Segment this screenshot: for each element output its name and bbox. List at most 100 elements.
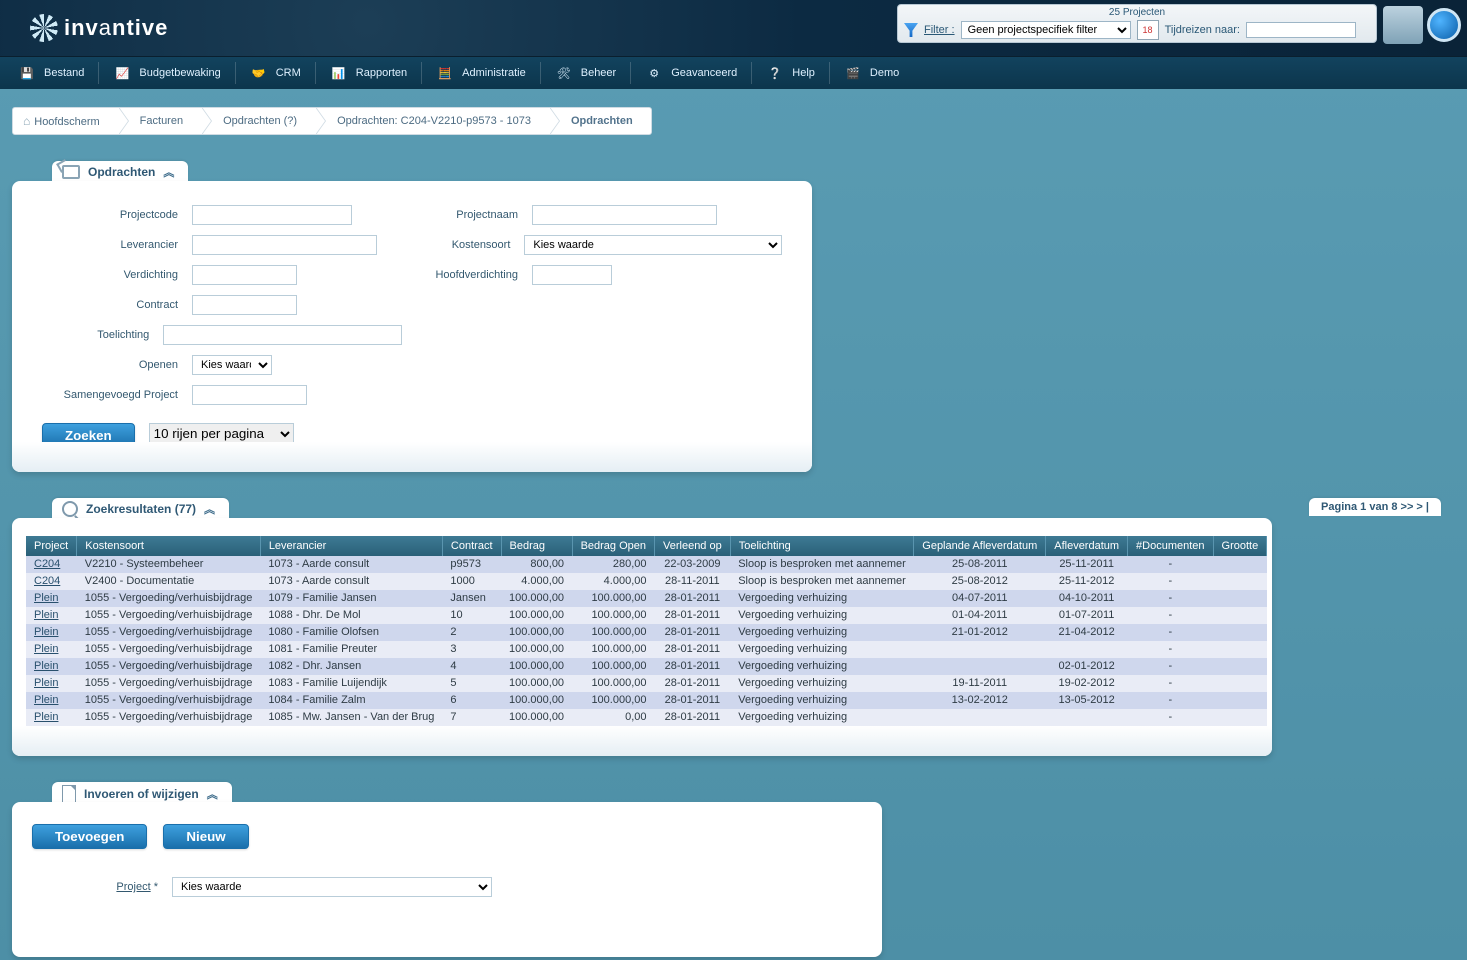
table-row[interactable]: Plein1055 - Vergoeding/verhuisbijdrage10… xyxy=(26,607,1267,624)
project-link[interactable]: Plein xyxy=(34,643,58,655)
col-verleend-op[interactable]: Verleend op xyxy=(655,536,731,556)
pagination[interactable]: Pagina 1 van 8 >> > | xyxy=(1309,498,1441,516)
menu-item-administratie[interactable]: 🧮 Administratie xyxy=(422,57,540,89)
col-toelichting[interactable]: Toelichting xyxy=(730,536,914,556)
table-row[interactable]: Plein1055 - Vergoeding/verhuisbijdrage10… xyxy=(26,709,1267,726)
table-row[interactable]: Plein1055 - Vergoeding/verhuisbijdrage10… xyxy=(26,692,1267,709)
lbl-leverancier: Leverancier xyxy=(42,239,192,251)
select-edit-project[interactable]: Kies waarde xyxy=(172,877,492,897)
search-panel-tab: Opdrachten ︽ xyxy=(52,161,188,183)
input-hoofdverdichting[interactable] xyxy=(532,265,612,285)
crumb-opdracht-detail[interactable]: Opdrachten: C204-V2210-p9573 - 1073 xyxy=(315,107,549,135)
select-openen[interactable]: Kies waarde xyxy=(192,355,272,375)
table-row[interactable]: C204V2400 - Documentatie1073 - Aarde con… xyxy=(26,573,1267,590)
search-button[interactable]: Zoeken xyxy=(42,423,135,448)
project-filter-box: 25 Projecten Filter : Geen projectspecif… xyxy=(897,4,1377,43)
col-afleverdatum[interactable]: Afleverdatum xyxy=(1046,536,1128,556)
col-bedrag-open[interactable]: Bedrag Open xyxy=(572,536,654,556)
lbl-openen: Openen xyxy=(42,359,192,371)
input-projectcode[interactable] xyxy=(192,205,352,225)
project-link[interactable]: Plein xyxy=(34,711,58,723)
col-geplande-afleverdatum[interactable]: Geplande Afleverdatum xyxy=(914,536,1046,556)
menu-item-bestand[interactable]: 💾 Bestand xyxy=(4,57,98,89)
refresh-icon[interactable] xyxy=(1427,8,1461,42)
menu-item-help[interactable]: ❔ Help xyxy=(752,57,829,89)
header-right-icons xyxy=(1383,6,1461,44)
input-toelichting[interactable] xyxy=(163,325,402,345)
input-leverancier[interactable] xyxy=(192,235,377,255)
select-kostensoort[interactable]: Kies waarde xyxy=(524,235,782,255)
brand-logo: invantive xyxy=(30,14,168,42)
server-icon[interactable] xyxy=(1383,6,1423,44)
results-panel-title: Zoekresultaten (77) xyxy=(86,502,196,516)
crumb-opdrachten-q[interactable]: Opdrachten (?) xyxy=(201,107,315,135)
collapse-results-icon[interactable]: ︽ xyxy=(204,501,215,517)
project-link[interactable]: C204 xyxy=(34,575,60,587)
table-row[interactable]: Plein1055 - Vergoeding/verhuisbijdrage10… xyxy=(26,624,1267,641)
time-travel-label: Tijdreizen naar: xyxy=(1165,24,1240,36)
lbl-verdichting: Verdichting xyxy=(42,269,192,281)
calculator-icon: 🧮 xyxy=(436,64,454,82)
collapse-edit-icon[interactable]: ︽ xyxy=(207,786,218,802)
input-samengevoegd[interactable] xyxy=(192,385,307,405)
tools-icon: 🛠 xyxy=(555,64,573,82)
orders-icon xyxy=(62,165,80,179)
input-verdichting[interactable] xyxy=(192,265,297,285)
col-contract[interactable]: Contract xyxy=(442,536,501,556)
col-project[interactable]: Project xyxy=(26,536,77,556)
menu-item-budgetbewaking[interactable]: 📈 Budgetbewaking xyxy=(99,57,234,89)
col--documenten[interactable]: #Documenten xyxy=(1128,536,1214,556)
add-button[interactable]: Toevoegen xyxy=(32,824,147,849)
project-link[interactable]: Plein xyxy=(34,694,58,706)
input-contract[interactable] xyxy=(192,295,297,315)
time-travel-input[interactable] xyxy=(1246,22,1356,38)
search-icon xyxy=(62,501,78,517)
col-bedrag[interactable]: Bedrag xyxy=(501,536,572,556)
home-icon: ⌂ xyxy=(23,114,30,128)
menu-item-beheer[interactable]: 🛠 Beheer xyxy=(541,57,630,89)
search-panel-title: Opdrachten xyxy=(88,165,155,179)
project-link[interactable]: Plein xyxy=(34,609,58,621)
edit-panel-title: Invoeren of wijzigen xyxy=(84,787,199,801)
table-row[interactable]: Plein1055 - Vergoeding/verhuisbijdrage10… xyxy=(26,658,1267,675)
menu-item-geavanceerd[interactable]: ⚙ Geavanceerd xyxy=(631,57,751,89)
crumb-hoofdscherm[interactable]: ⌂Hoofdscherm xyxy=(13,107,118,135)
lbl-projectcode: Projectcode xyxy=(42,209,192,221)
filter-label: Filter : xyxy=(924,24,955,36)
results-panel: Zoekresultaten (77) ︽ Pagina 1 van 8 >> … xyxy=(12,518,1455,756)
chart-icon: 📈 xyxy=(113,64,131,82)
lbl-kostensoort: Kostensoort xyxy=(402,239,524,251)
calendar-button[interactable]: 18 xyxy=(1137,20,1159,40)
project-link[interactable]: Plein xyxy=(34,677,58,689)
table-row[interactable]: Plein1055 - Vergoeding/verhuisbijdrage10… xyxy=(26,590,1267,607)
project-link[interactable]: Plein xyxy=(34,626,58,638)
project-count: 25 Projecten xyxy=(904,7,1370,18)
funnel-icon xyxy=(904,23,918,37)
filter-select[interactable]: Geen projectspecifiek filter xyxy=(961,21,1131,39)
menu-item-demo[interactable]: 🎬 Demo xyxy=(830,57,913,89)
rows-per-page-select[interactable]: 10 rijen per pagina xyxy=(149,423,294,445)
col-leverancier[interactable]: Leverancier xyxy=(260,536,442,556)
results-table: ProjectKostensoortLeverancierContractBed… xyxy=(26,536,1267,726)
col-grootte[interactable]: Grootte xyxy=(1213,536,1267,556)
save-icon: 💾 xyxy=(18,64,36,82)
logo-icon xyxy=(26,10,62,46)
table-row[interactable]: Plein1055 - Vergoeding/verhuisbijdrage10… xyxy=(26,675,1267,692)
lbl-edit-project: Project * xyxy=(62,881,172,893)
crumb-facturen[interactable]: Facturen xyxy=(118,107,201,135)
new-button[interactable]: Nieuw xyxy=(163,824,248,849)
collapse-icon[interactable]: ︽ xyxy=(163,164,174,180)
project-link[interactable]: Plein xyxy=(34,592,58,604)
input-projectnaam[interactable] xyxy=(532,205,717,225)
table-row[interactable]: C204V2210 - Systeembeheer1073 - Aarde co… xyxy=(26,556,1267,573)
table-row[interactable]: Plein1055 - Vergoeding/verhuisbijdrage10… xyxy=(26,641,1267,658)
project-link[interactable]: C204 xyxy=(34,558,60,570)
project-link[interactable]: Plein xyxy=(34,660,58,672)
menu-item-crm[interactable]: 🤝 CRM xyxy=(236,57,315,89)
col-kostensoort[interactable]: Kostensoort xyxy=(77,536,261,556)
app-header: invantive 25 Projecten Filter : Geen pro… xyxy=(0,0,1467,57)
menu-item-rapporten[interactable]: 📊 Rapporten xyxy=(316,57,421,89)
lbl-contract: Contract xyxy=(42,299,192,311)
results-panel-tab: Zoekresultaten (77) ︽ xyxy=(52,498,229,520)
lbl-projectnaam: Projectnaam xyxy=(402,209,532,221)
